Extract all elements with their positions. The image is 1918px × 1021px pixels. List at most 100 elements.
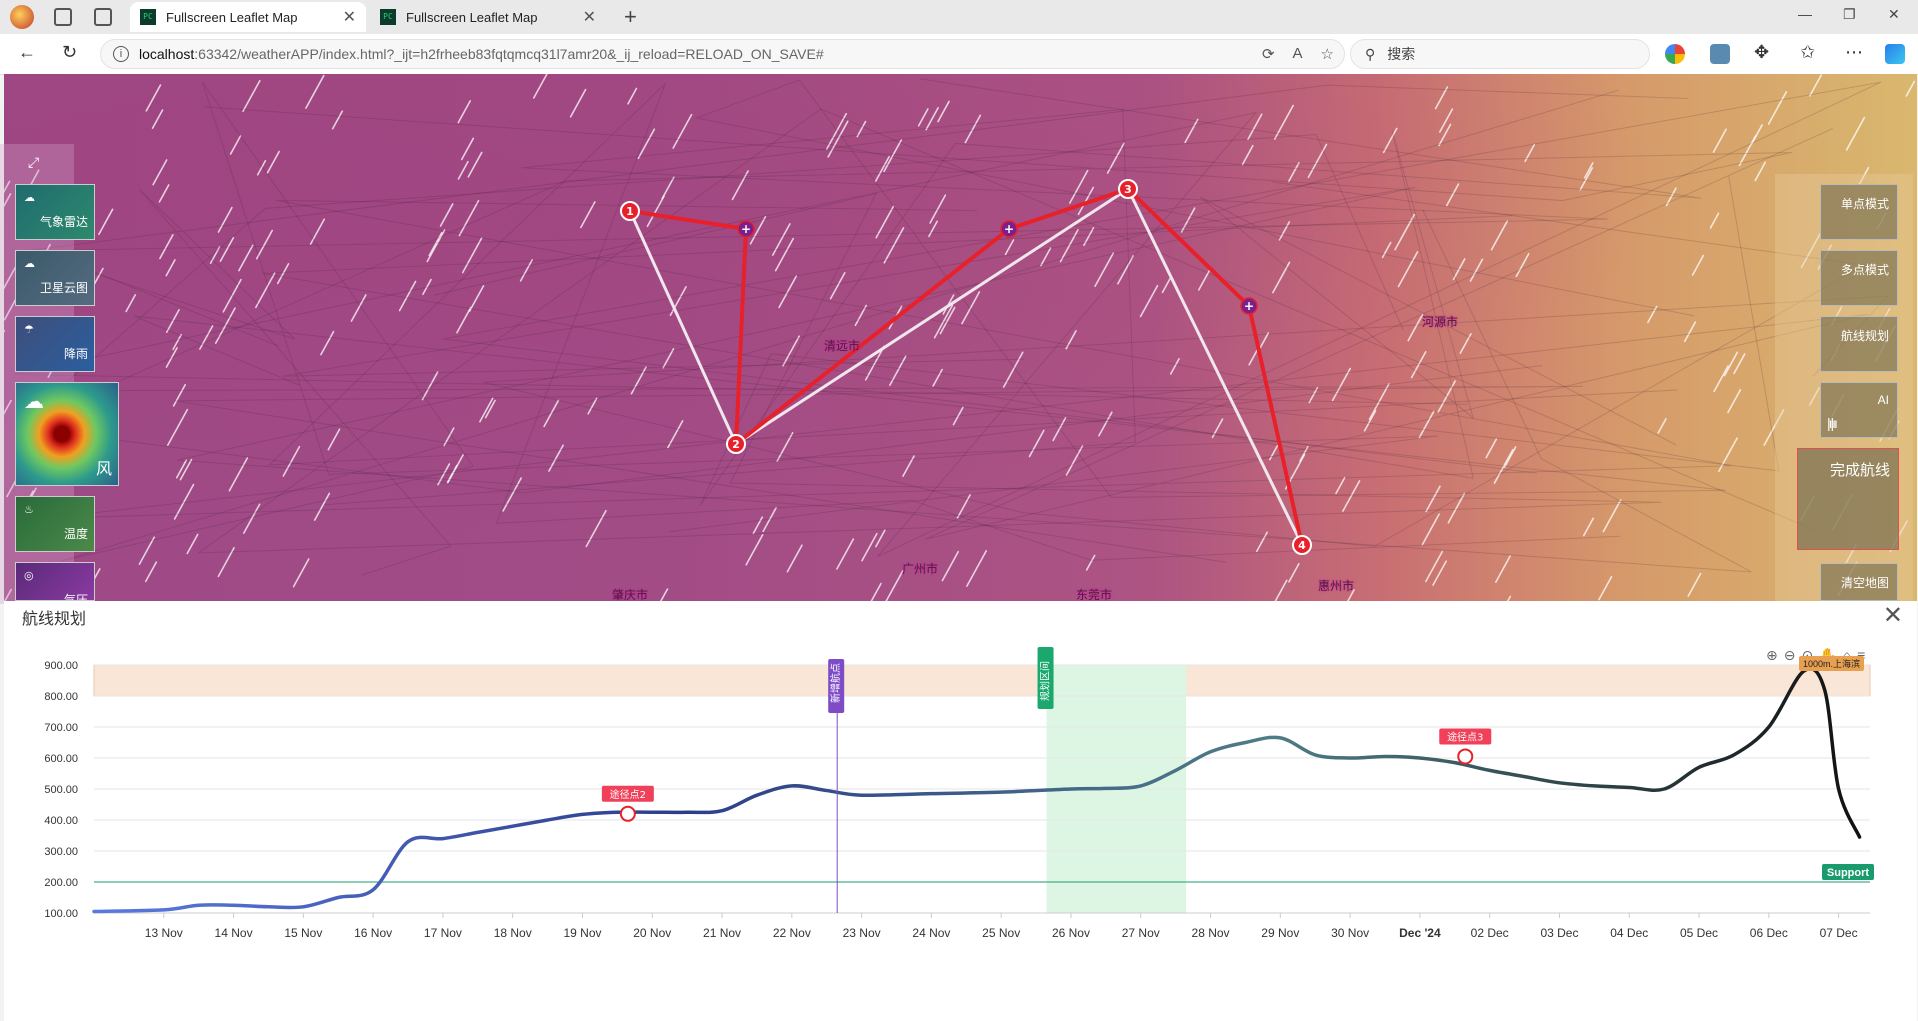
finish-route-button[interactable]: 完成航线: [1797, 448, 1899, 550]
site-info-icon[interactable]: i: [113, 46, 129, 62]
terrain-line: [483, 181, 1890, 547]
back-icon[interactable]: ←: [18, 42, 36, 63]
close-tab-icon[interactable]: ✕: [583, 7, 596, 27]
add-waypoint-marker[interactable]: +: [737, 220, 755, 238]
data-point: [1385, 756, 1386, 757]
data-point: [338, 897, 339, 898]
weather-map[interactable]: + + +1 2 3 4 清远市 河源市 广州市 惠州市 肇庆市 东莞市: [4, 74, 1917, 601]
new-tab-icon[interactable]: +: [624, 4, 637, 30]
rain-streak: [672, 113, 693, 149]
rain-streak: [1657, 418, 1667, 434]
layer-button-temperature[interactable]: ♨ 温度: [15, 496, 95, 552]
window-close-icon[interactable]: ✕: [1888, 6, 1900, 23]
zoom-in-icon[interactable]: ⊕: [1766, 647, 1778, 664]
tab-2[interactable]: PC Fullscreen Leaflet Map ✕: [370, 2, 606, 32]
rain-streak: [929, 194, 947, 224]
x-tick-label: 19 Nov: [563, 926, 601, 940]
extensions-puzzle-icon[interactable]: ✥: [1754, 42, 1769, 63]
tab-1[interactable]: PC Fullscreen Leaflet Map ✕: [130, 2, 366, 32]
add-waypoint-marker[interactable]: +: [1240, 297, 1258, 315]
rain-streak: [313, 492, 331, 521]
profile-avatar[interactable]: [10, 5, 34, 29]
rain-streak: [1687, 572, 1702, 597]
data-point: [1559, 782, 1560, 783]
waypoint-marker-3[interactable]: 3: [1118, 179, 1138, 199]
workspaces-icon[interactable]: [54, 8, 72, 26]
rain-streak: [255, 229, 274, 260]
rain-streak: [1845, 116, 1866, 151]
rain-streak: [1161, 275, 1173, 294]
data-point: [1419, 758, 1420, 759]
cloud-icon: ☁: [24, 258, 35, 270]
data-point: [1315, 754, 1316, 755]
favorite-star-icon[interactable]: ☆: [1321, 45, 1334, 63]
url-input[interactable]: i localhost :63342/weatherAPP/index.html…: [100, 39, 1345, 69]
layer-label: 卫星云图: [39, 281, 88, 295]
data-point: [1454, 762, 1455, 763]
layer-button-satellite[interactable]: ☁ 卫星云图: [15, 250, 95, 306]
route-planning-mode-button[interactable]: 航线规划: [1820, 316, 1898, 372]
layer-label: 气象雷达: [39, 215, 88, 229]
clear-map-button[interactable]: 清空地图: [1820, 563, 1898, 601]
url-host: localhost: [139, 46, 195, 62]
rain-streak: [158, 184, 170, 203]
data-point: [1175, 770, 1176, 771]
pycharm-favicon-icon: PC: [380, 9, 396, 25]
mode-label: AI: [1877, 393, 1889, 407]
city-label-qingyuan: 清远市: [824, 339, 861, 353]
more-menu-icon[interactable]: ⋯: [1845, 42, 1863, 63]
rain-streak: [829, 271, 846, 300]
app-available-icon[interactable]: ⟳: [1262, 45, 1275, 63]
waypoint-point-marker[interactable]: [1457, 748, 1474, 765]
data-point: [861, 795, 862, 796]
restore-icon[interactable]: ❐: [1843, 6, 1856, 23]
multi-point-mode-button[interactable]: 多点模式: [1820, 250, 1898, 306]
waypoint-marker-2[interactable]: 2: [726, 434, 746, 454]
waypoint-point-marker[interactable]: [619, 805, 636, 822]
waypoint-marker-1[interactable]: 1: [620, 201, 640, 221]
x-tick-label: 04 Dec: [1610, 926, 1648, 940]
mode-label: 航线规划: [1840, 329, 1889, 343]
layer-button-radar[interactable]: ☁ 气象雷达: [15, 184, 95, 240]
zoom-out-icon[interactable]: ⊖: [1784, 647, 1796, 664]
copilot-icon[interactable]: [1885, 44, 1905, 64]
rain-streak: [1425, 485, 1441, 513]
favorites-icon[interactable]: ✩: [1800, 42, 1815, 63]
rain-streak: [276, 263, 290, 285]
rain-streak: [1469, 258, 1484, 282]
reload-icon[interactable]: ↻: [62, 42, 77, 63]
rain-streak: [1647, 305, 1658, 324]
rain-streak: [439, 203, 454, 227]
chrome-extension-icon[interactable]: [1665, 44, 1685, 64]
rain-streak: [1139, 284, 1159, 318]
search-box[interactable]: ⚲ 搜索: [1350, 39, 1650, 69]
x-tick-label: 18 Nov: [494, 926, 532, 940]
layer-button-pressure[interactable]: ◎ 气压: [15, 562, 95, 601]
single-point-mode-button[interactable]: 单点模式: [1820, 184, 1898, 240]
rain-streak: [1767, 90, 1788, 125]
elevation-chart[interactable]: 900.00 800.00 700.00 600.00 500.00 400.00 300.…: [4, 601, 1917, 1021]
read-aloud-icon[interactable]: A: [1293, 45, 1303, 63]
rain-streak: [836, 538, 855, 570]
data-point: [826, 790, 827, 791]
rain-streak: [1169, 357, 1180, 375]
route-chart-panel: 航线规划 ✕ 900.00 800.00 700.00 600.00 500.00 400…: [4, 601, 1917, 1021]
vertical-tabs-icon[interactable]: [94, 8, 112, 26]
rain-streak: [1485, 438, 1498, 459]
layer-button-wind[interactable]: ☁ 风: [15, 382, 119, 486]
ai-mode-button[interactable]: AI |ı|ıı: [1820, 382, 1898, 438]
data-point: [408, 841, 409, 842]
x-tick-label: Dec '24: [1399, 926, 1441, 940]
city-label-dongguan: 东莞市: [1076, 588, 1113, 601]
y-tick-label: 700.00: [44, 722, 78, 734]
minimize-icon[interactable]: —: [1798, 6, 1812, 22]
city-label-zhaoqing: 肇庆市: [612, 588, 649, 601]
tab-title: Fullscreen Leaflet Map: [406, 9, 538, 25]
layer-button-rain[interactable]: ☂ 降雨: [15, 316, 95, 372]
add-waypoint-marker[interactable]: +: [1000, 220, 1018, 238]
fullscreen-expand-icon[interactable]: ⤢: [28, 154, 39, 171]
waypoint-marker-4[interactable]: 4: [1292, 535, 1312, 555]
image-extension-icon[interactable]: [1710, 44, 1730, 64]
close-tab-icon[interactable]: ✕: [343, 7, 356, 27]
rain-streak: [125, 294, 137, 313]
